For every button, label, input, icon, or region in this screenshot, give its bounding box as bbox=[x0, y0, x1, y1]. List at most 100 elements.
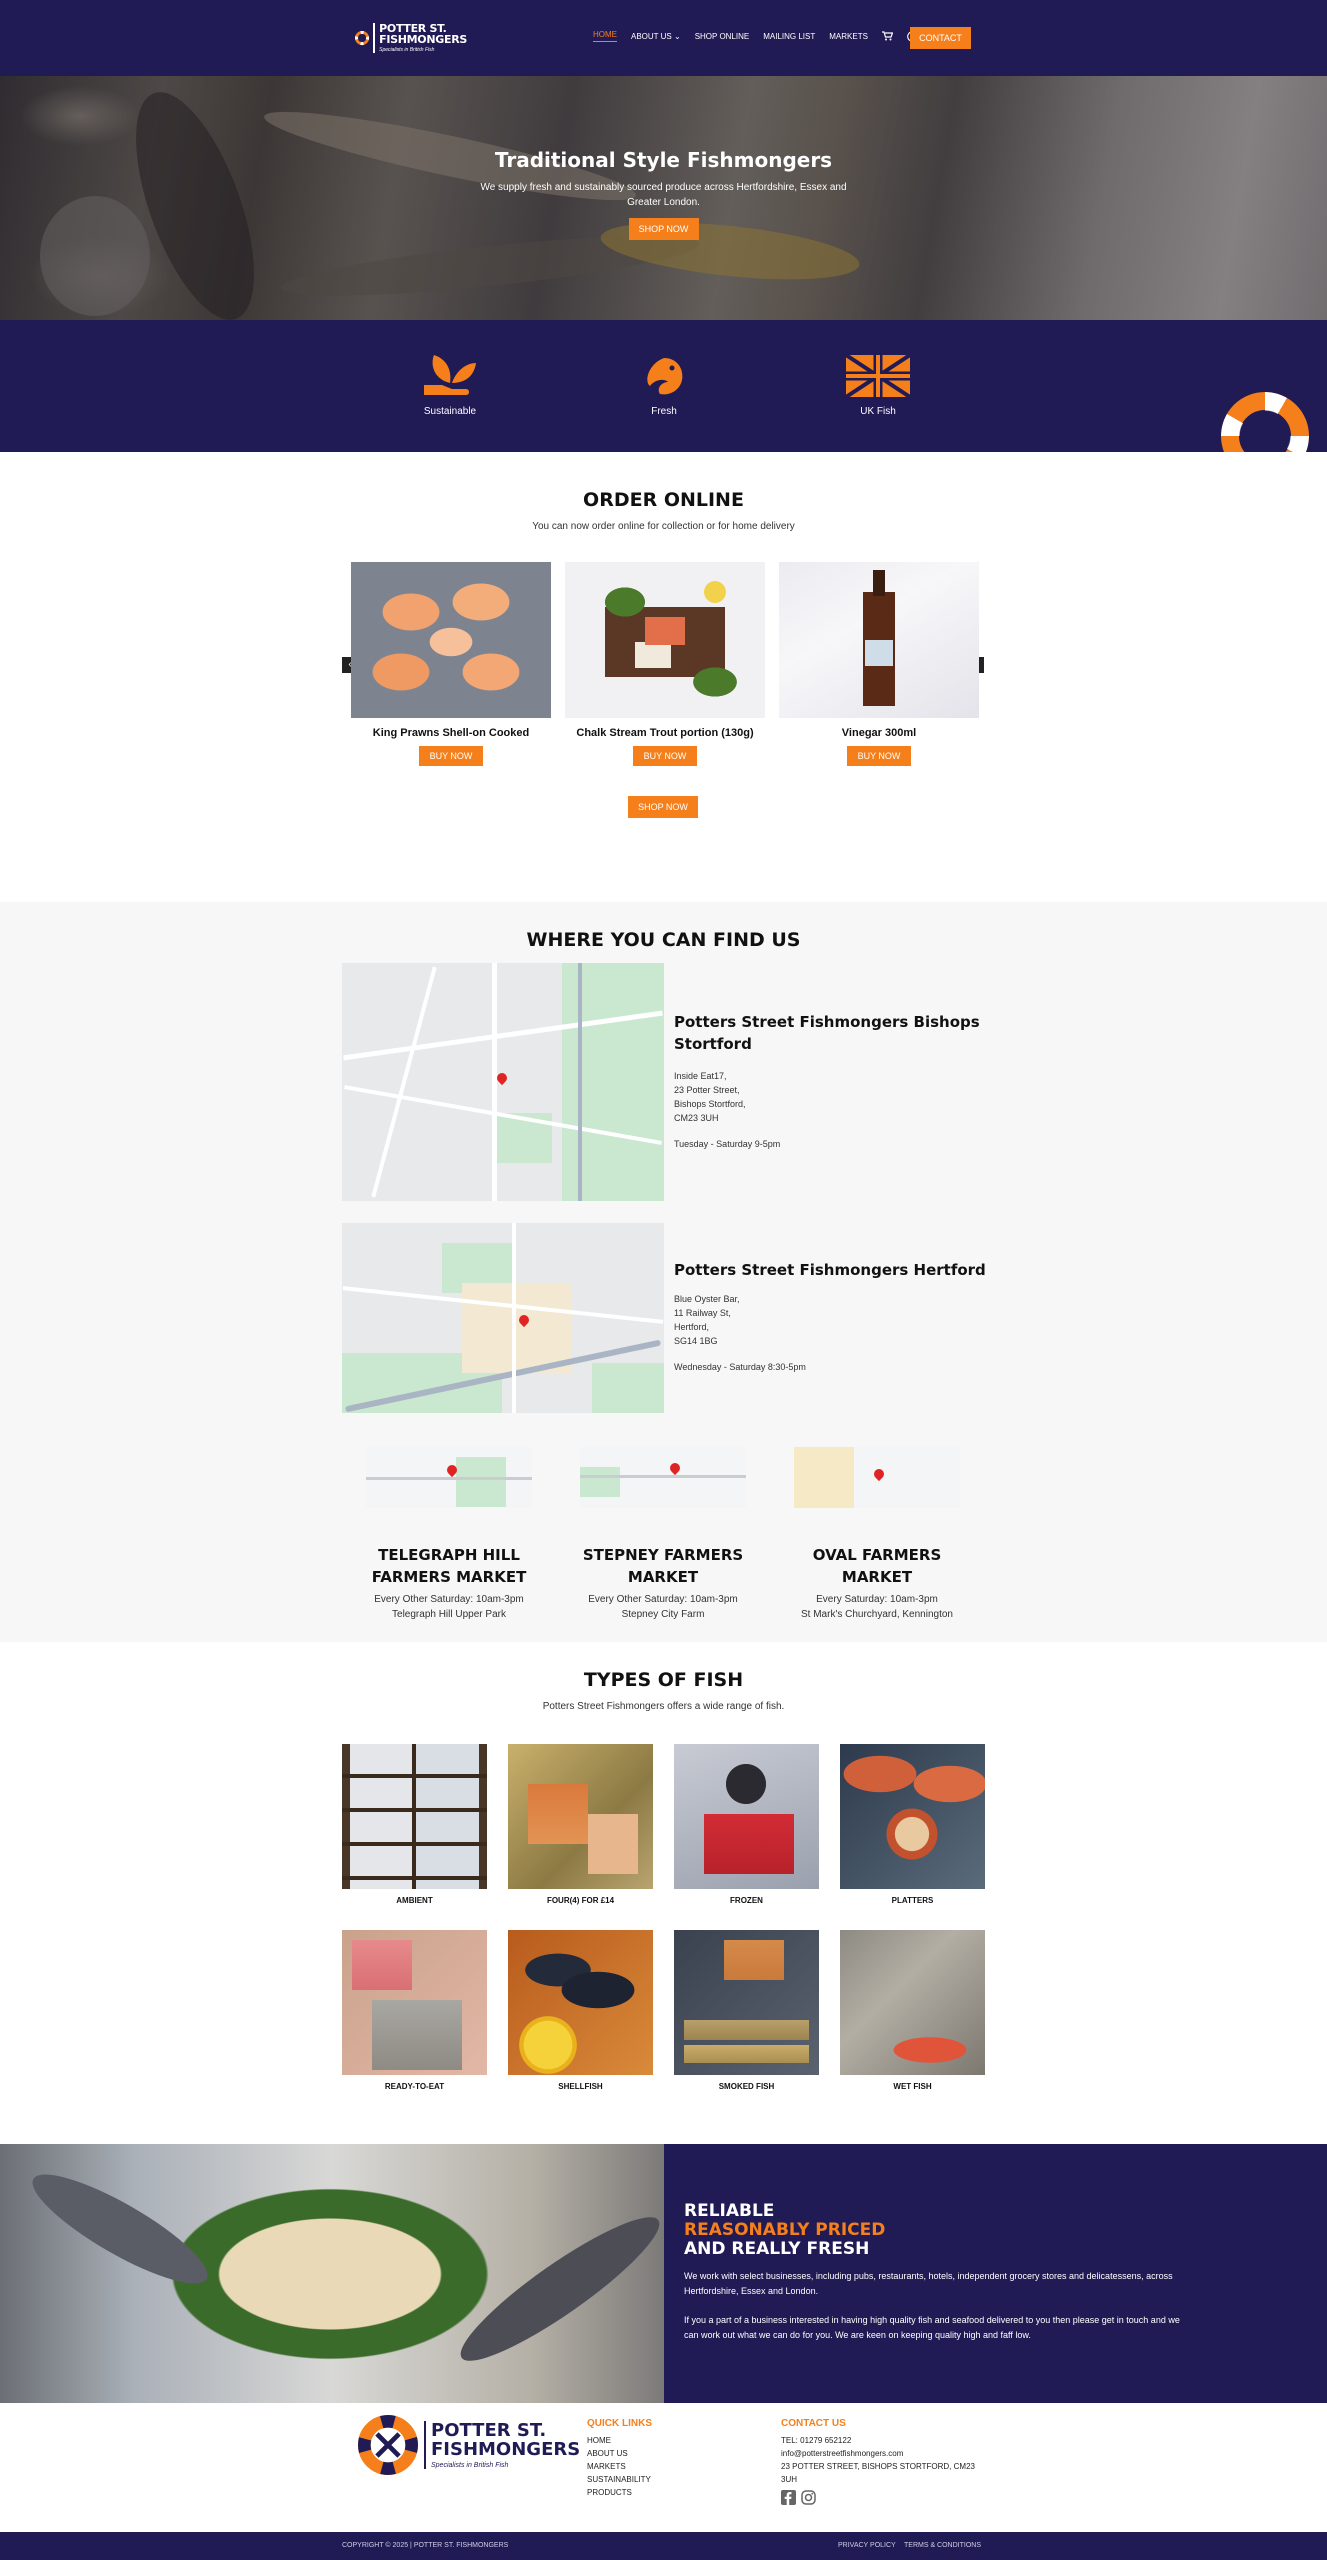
logo-wordmark: POTTER ST. FISHMONGERS Specialists in Br… bbox=[373, 23, 467, 53]
site-header: POTTER ST. FISHMONGERS Specialists in Br… bbox=[0, 0, 1327, 76]
map-telegraph-hill[interactable] bbox=[366, 1447, 532, 1508]
bottom-bar: COPYRIGHT © 2025 | POTTER ST. FISHMONGER… bbox=[0, 2532, 1327, 2560]
category-platters[interactable]: PLATTERS bbox=[840, 1744, 985, 1905]
category-label: READY-TO-EAT bbox=[384, 2082, 445, 2091]
map-town-centre bbox=[462, 1283, 572, 1373]
site-footer: POTTER ST. FISHMONGERS Specialists in Br… bbox=[0, 2403, 1327, 2532]
location-hours: Tuesday - Saturday 9-5pm bbox=[674, 1139, 781, 1149]
map-hertford[interactable] bbox=[342, 1223, 664, 1413]
quick-links-title: QUICK LINKS bbox=[587, 2418, 652, 2429]
contact-button[interactable]: CONTACT bbox=[910, 27, 971, 49]
shop-now-button[interactable]: SHOP NOW bbox=[628, 796, 698, 818]
reliable-heading-1: RELIABLE bbox=[684, 2201, 775, 2221]
buy-now-button[interactable]: BUY NOW bbox=[633, 746, 697, 766]
category-shellfish[interactable]: SHELLFISH bbox=[508, 1930, 653, 2091]
location-title: Potters Street Fishmongers Bishops Stort… bbox=[674, 1013, 980, 1053]
category-image[interactable] bbox=[840, 1930, 985, 2075]
footer-email[interactable]: info@potterstreetfishmongers.com bbox=[781, 2447, 981, 2460]
category-four-for-14[interactable]: FOUR(4) FOR £14 bbox=[508, 1744, 653, 1905]
product-image-vinegar[interactable] bbox=[779, 562, 979, 718]
market-stepney: STEPNEY FARMERS MARKET Every Other Satur… bbox=[563, 1544, 763, 1622]
map-park bbox=[580, 1467, 620, 1497]
category-image[interactable] bbox=[342, 1930, 487, 2075]
nav-home[interactable]: HOME bbox=[593, 30, 617, 42]
category-image[interactable] bbox=[674, 1744, 819, 1889]
footer-link-markets[interactable]: MARKETS bbox=[587, 2460, 652, 2473]
market-info: Every Other Saturday: 10am-3pm Stepney C… bbox=[563, 1592, 763, 1622]
facebook-icon[interactable] bbox=[781, 2490, 796, 2505]
footer-logo-tagline: Specialists in British Fish bbox=[431, 2462, 509, 2469]
product-name[interactable]: Vinegar 300ml bbox=[779, 727, 979, 739]
address-line: CM23 3UH bbox=[674, 1113, 719, 1123]
product-card: Chalk Stream Trout portion (130g) BUY NO… bbox=[565, 562, 765, 766]
map-road bbox=[371, 966, 437, 1198]
category-label: FROZEN bbox=[730, 1896, 763, 1905]
footer-wordmark: POTTER ST. FISHMONGERS Specialists in Br… bbox=[424, 2421, 580, 2469]
address-line: 11 Railway St, bbox=[674, 1308, 731, 1318]
category-label: SMOKED FISH bbox=[718, 2082, 775, 2091]
hero-banner: Traditional Style Fishmongers We supply … bbox=[0, 76, 1327, 320]
footer-link-home[interactable]: HOME bbox=[587, 2434, 652, 2447]
reliable-section: RELIABLE REASONABLY PRICED AND REALLY FR… bbox=[0, 2144, 1327, 2403]
category-wet-fish[interactable]: WET FISH bbox=[840, 1930, 985, 2091]
copyright-text: COPYRIGHT © 2025 | POTTER ST. FISHMONGER… bbox=[342, 2542, 509, 2549]
union-jack-icon bbox=[846, 352, 910, 400]
map-pin-icon[interactable] bbox=[871, 1466, 887, 1482]
product-name[interactable]: King Prawns Shell-on Cooked bbox=[351, 727, 551, 739]
footer-link-sustainability[interactable]: SUSTAINABILITY bbox=[587, 2473, 652, 2486]
market-info: Every Other Saturday: 10am-3pm Telegraph… bbox=[349, 1592, 549, 1622]
feature-uk-fish: UK Fish bbox=[828, 352, 928, 417]
nav-shop-online[interactable]: SHOP ONLINE bbox=[695, 32, 750, 41]
category-image[interactable] bbox=[342, 1744, 487, 1889]
order-online-subtitle: You can now order online for collection … bbox=[532, 521, 795, 532]
terms-link[interactable]: TERMS & CONDITIONS bbox=[904, 2542, 981, 2549]
footer-logo[interactable]: POTTER ST. FISHMONGERS Specialists in Br… bbox=[358, 2415, 580, 2475]
category-image[interactable] bbox=[508, 1744, 653, 1889]
hero-content: Traditional Style Fishmongers We supply … bbox=[0, 148, 1327, 240]
instagram-icon[interactable] bbox=[801, 2490, 816, 2505]
category-smoked-fish[interactable]: SMOKED FISH bbox=[674, 1930, 819, 2091]
reliable-text: RELIABLE REASONABLY PRICED AND REALLY FR… bbox=[684, 2202, 1184, 2343]
footer-link-about[interactable]: ABOUT US bbox=[587, 2447, 652, 2460]
product-card: Vinegar 300ml BUY NOW bbox=[779, 562, 979, 766]
site-logo[interactable]: POTTER ST. FISHMONGERS Specialists in Br… bbox=[355, 16, 467, 60]
footer-link-products[interactable]: PRODUCTS bbox=[587, 2486, 652, 2499]
hero-title: Traditional Style Fishmongers bbox=[494, 148, 833, 172]
map-bishops-stortford[interactable] bbox=[342, 963, 664, 1201]
privacy-policy-link[interactable]: PRIVACY POLICY bbox=[838, 2542, 896, 2549]
location-hours: Wednesday - Saturday 8:30-5pm bbox=[674, 1362, 806, 1372]
nav-mailing-list[interactable]: MAILING LIST bbox=[763, 32, 815, 41]
map-pin-icon[interactable] bbox=[494, 1070, 510, 1086]
market-telegraph-hill: TELEGRAPH HILL FARMERS MARKET Every Othe… bbox=[349, 1544, 549, 1622]
buy-now-button[interactable]: BUY NOW bbox=[419, 746, 483, 766]
map-road bbox=[366, 1477, 532, 1480]
category-label: PLATTERS bbox=[891, 1896, 934, 1905]
footer-tel[interactable]: TEL: 01279 652122 bbox=[781, 2434, 981, 2447]
category-image[interactable] bbox=[840, 1744, 985, 1889]
market-title: TELEGRAPH HILL FARMERS MARKET bbox=[371, 1546, 527, 1586]
location-title: Potters Street Fishmongers Hertford bbox=[674, 1261, 986, 1279]
nav-about-us[interactable]: ABOUT US ⌄ bbox=[631, 32, 681, 41]
market-when: Every Other Saturday: 10am-3pm bbox=[588, 1594, 738, 1605]
product-image-prawns[interactable] bbox=[351, 562, 551, 718]
map-oval[interactable] bbox=[794, 1447, 960, 1508]
reliable-heading-3: AND REALLY FRESH bbox=[684, 2239, 870, 2259]
category-image[interactable] bbox=[674, 1930, 819, 2075]
market-when: Every Other Saturday: 10am-3pm bbox=[374, 1594, 524, 1605]
category-ambient[interactable]: AMBIENT bbox=[342, 1744, 487, 1905]
fish-icon bbox=[632, 352, 696, 400]
hero-shop-now-button[interactable]: SHOP NOW bbox=[628, 218, 699, 240]
lifebuoy-logo-icon bbox=[355, 30, 370, 46]
category-frozen[interactable]: FROZEN bbox=[674, 1744, 819, 1905]
buy-now-button[interactable]: BUY NOW bbox=[847, 746, 911, 766]
category-image[interactable] bbox=[508, 1930, 653, 2075]
category-ready-to-eat[interactable]: READY-TO-EAT bbox=[342, 1930, 487, 2091]
map-pin-icon[interactable] bbox=[667, 1460, 683, 1476]
product-name[interactable]: Chalk Stream Trout portion (130g) bbox=[565, 727, 765, 739]
cart-icon[interactable] bbox=[881, 31, 893, 42]
map-stepney[interactable] bbox=[580, 1447, 746, 1508]
nav-markets[interactable]: MARKETS bbox=[829, 32, 868, 41]
seafood-platter-image bbox=[0, 2144, 664, 2403]
product-image-trout[interactable] bbox=[565, 562, 765, 718]
category-label: SHELLFISH bbox=[558, 2082, 603, 2091]
